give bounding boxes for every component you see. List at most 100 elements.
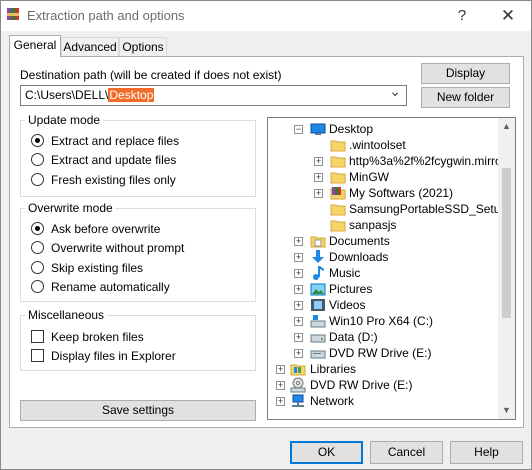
title-help-button[interactable]: ? (439, 1, 485, 31)
tree-item-label: Documents (329, 234, 390, 248)
tree-item-mingw[interactable]: + MinGW (268, 169, 500, 185)
expand-icon[interactable]: + (294, 317, 303, 326)
expand-icon[interactable]: + (294, 269, 303, 278)
tree-item-label: SamsungPortableSSD_Setup_W (349, 202, 516, 216)
drive-icon (310, 334, 326, 343)
collapse-icon[interactable]: − (294, 125, 303, 134)
radio-label: Overwrite without prompt (51, 241, 185, 255)
dvd-drive-icon (290, 377, 306, 393)
expand-icon[interactable]: + (276, 365, 285, 374)
radio-label: Skip existing files (51, 261, 144, 275)
tree-item-cygwin-mirror[interactable]: + http%3a%2f%2fcygwin.mirro (268, 153, 502, 169)
extraction-dialog: Extraction path and options ? ✕ General … (0, 0, 532, 470)
tree-item-drive-d[interactable]: + Data (D:) (268, 329, 500, 345)
radio-button[interactable] (31, 241, 44, 254)
system-drive-icon (310, 315, 326, 328)
expand-icon[interactable]: + (294, 301, 303, 310)
tree-item-documents[interactable]: + Documents (268, 233, 500, 249)
tree-item-label: sanpasjs (349, 218, 397, 232)
checkbox[interactable] (31, 330, 44, 343)
display-button[interactable]: Display (421, 63, 510, 84)
libraries-icon (290, 364, 306, 376)
expand-icon[interactable]: + (314, 173, 323, 182)
tree-item-label: DVD RW Drive (E:) (310, 378, 413, 392)
tree-item-desktop[interactable]: − Desktop (268, 121, 500, 137)
tree-item-videos[interactable]: + Videos (268, 297, 500, 313)
expand-icon[interactable]: + (276, 397, 285, 406)
checkbox[interactable] (31, 349, 44, 362)
tree-item-network[interactable]: + Network (268, 393, 500, 409)
tree-item-label: Win10 Pro X64 (C:) (329, 314, 434, 328)
tree-item-wintoolset[interactable]: .wintoolset (268, 137, 500, 153)
new-folder-button[interactable]: New folder (421, 87, 510, 108)
tab-general[interactable]: General (9, 35, 61, 57)
tree-item-label: http%3a%2f%2fcygwin.mirro (349, 154, 502, 168)
expand-icon[interactable]: + (276, 381, 285, 390)
folder-icon (330, 220, 346, 232)
tree-item-downloads[interactable]: + Downloads (268, 249, 500, 265)
scroll-up-arrow-icon[interactable]: ▲ (498, 118, 515, 135)
radio-label: Fresh existing files only (51, 173, 176, 187)
radio-button-selected[interactable] (31, 222, 44, 235)
desktop-icon (310, 123, 326, 135)
folder-icon (330, 172, 346, 184)
ok-button[interactable]: OK (290, 441, 363, 464)
music-icon (313, 266, 324, 280)
expand-icon[interactable]: + (314, 189, 323, 198)
radio-label: Extract and replace files (51, 134, 180, 148)
radio-button[interactable] (31, 173, 44, 186)
checkbox-label: Keep broken files (51, 330, 144, 344)
tree-item-libraries[interactable]: + Libraries (268, 361, 500, 377)
winrar-archive-folder-icon (330, 187, 346, 200)
tree-item-my-softwars[interactable]: + My Softwars (2021) (268, 185, 500, 201)
folder-icon (330, 156, 346, 168)
downloads-icon (312, 250, 324, 263)
folder-icon (330, 204, 346, 216)
destination-path-combobox[interactable]: C:\Users\DELL\Desktop ⌄ (20, 83, 407, 106)
checkbox-label: Display files in Explorer (51, 349, 176, 363)
tree-item-samsung-ssd-setup[interactable]: SamsungPortableSSD_Setup_W (268, 201, 515, 217)
expand-icon[interactable]: + (294, 237, 303, 246)
expand-icon[interactable]: + (294, 253, 303, 262)
window-title: Extraction path and options (27, 8, 185, 23)
tree-item-music[interactable]: + Music (268, 265, 500, 281)
scroll-thumb[interactable] (502, 168, 511, 318)
tree-item-label: Data (D:) (329, 330, 378, 344)
tree-item-label: Music (329, 266, 361, 280)
radio-button[interactable] (31, 261, 44, 274)
network-icon (292, 394, 304, 407)
tree-vertical-scrollbar[interactable]: ▲ ▼ (498, 118, 515, 419)
radio-label: Rename automatically (51, 280, 170, 294)
chevron-down-icon[interactable]: ⌄ (389, 83, 401, 100)
close-button[interactable]: ✕ (485, 1, 531, 31)
radio-button[interactable] (31, 153, 44, 166)
radio-label: Ask before overwrite (51, 222, 161, 236)
scroll-down-arrow-icon[interactable]: ▼ (498, 402, 515, 419)
tree-item-sanpasjs[interactable]: sanpasjs (268, 217, 500, 233)
tree-item-label: My Softwars (2021) (349, 186, 454, 200)
cancel-button[interactable]: Cancel (370, 441, 443, 464)
documents-icon (310, 236, 326, 248)
update-mode-title: Update mode (25, 113, 104, 127)
tree-item-dvd-drive-e-root[interactable]: + DVD RW Drive (E:) (268, 377, 500, 393)
folder-icon (330, 140, 346, 152)
tree-item-label: MinGW (349, 170, 389, 184)
tree-item-drive-c[interactable]: + Win10 Pro X64 (C:) (268, 313, 500, 329)
tab-options[interactable]: Options (119, 37, 167, 57)
expand-icon[interactable]: + (314, 157, 323, 166)
tree-item-label: DVD RW Drive (E:) (329, 346, 432, 360)
expand-icon[interactable]: + (294, 285, 303, 294)
radio-button[interactable] (31, 280, 44, 293)
tree-item-pictures[interactable]: + Pictures (268, 281, 500, 297)
pictures-icon (310, 283, 326, 296)
expand-icon[interactable]: + (294, 349, 303, 358)
help-button[interactable]: Help (450, 441, 523, 464)
tree-item-label: .wintoolset (349, 138, 406, 152)
expand-icon[interactable]: + (294, 333, 303, 342)
folder-tree[interactable]: − Desktop .wintoolset + http%3a%2f%2fcyg… (267, 117, 516, 420)
radio-button-selected[interactable] (31, 134, 44, 147)
tab-advanced[interactable]: Advanced (61, 37, 119, 57)
save-settings-button[interactable]: Save settings (20, 400, 256, 421)
destination-path-selected: Desktop (108, 88, 155, 102)
tree-item-dvd-drive-e[interactable]: + DVD RW Drive (E:) (268, 345, 500, 361)
